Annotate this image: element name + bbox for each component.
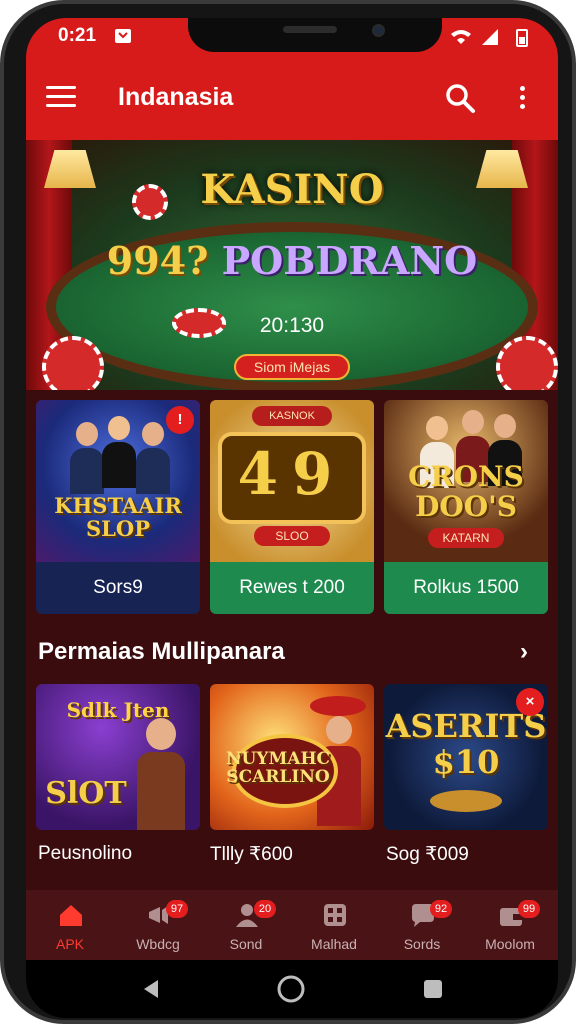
section-title: Permaias Mullipanara [38,638,285,665]
game-image-text: NUYMAHC SCARLINO [225,749,331,787]
nav-badge: 97 [166,900,188,918]
nav-label: Sond [229,936,263,952]
nav-item-sords[interactable]: 92 Sords [378,890,466,960]
game-card[interactable]: NUYMAHC SCARLINO [210,684,374,830]
featured-card[interactable]: KASNOK 49 SLOO Rewes t 200 [210,400,374,614]
app-bar: Indanasia [26,56,558,140]
notification-icon [115,29,131,43]
promo-banner[interactable]: KASINO 994? POBDRANO 20:130 Siom iMejas [26,140,558,390]
grid-icon [324,904,346,926]
game-caption: Sog ₹009 [386,844,469,865]
card-image-text: CRONS DOO'S [408,460,524,523]
nav-badge: 92 [430,900,452,918]
nav-label: Wbdcg [136,936,180,952]
card-image-text: 49 [237,440,347,508]
nav-badge: 20 [254,900,276,918]
nav-item-malhad[interactable]: Malhad [290,890,378,960]
card-caption: Rewes t 200 [210,562,374,614]
phone-frame: 0:21 Indanasia KASINO 994? POBDRANO 20:1… [0,0,576,1024]
card-badge: ! [166,406,194,434]
person-figure [137,718,185,830]
game-caption: Peusnolino [38,843,133,864]
battery-icon [516,29,528,47]
game-image-text: ASERITS $10 [385,707,547,781]
home-icon [60,905,82,926]
chip-icon [496,336,558,390]
status-time: 0:21 [58,25,97,46]
banner-title: 994? POBDRANO [106,238,478,283]
notch [188,18,442,52]
game-image-text: SlOT [45,776,127,811]
signal-icon [482,29,498,45]
chevron-right-icon[interactable]: › [520,638,528,666]
person-figure [102,416,136,488]
menu-icon[interactable] [46,86,76,110]
card-image-top: KASNOK [252,406,332,426]
nav-label: Malhad [311,936,357,952]
nav-item-moolom[interactable]: 99 Moolom [466,890,554,960]
system-nav-bar [26,960,558,1018]
person-figure [70,422,104,494]
nav-label: Moolom [485,936,535,952]
back-icon[interactable] [140,978,162,1000]
nav-item-wbdcg[interactable]: 97 Wbdcg [114,890,202,960]
bottom-nav: APK 97 Wbdcg 20 Sond Malhad 92 Sords 99 … [26,890,558,960]
featured-card[interactable]: KHSTAAIR SLOP ! Sors9 [36,400,200,614]
nav-label: Sords [403,936,441,952]
card-image-text: KHSTAAIR SLOP [54,493,182,541]
screen: 0:21 Indanasia KASINO 994? POBDRANO 20:1… [26,18,558,1018]
game-card[interactable]: Sdlk Jten SlOT [36,684,200,830]
featured-row: KHSTAAIR SLOP ! Sors9 KASNOK 49 SLOO Rew… [26,390,558,622]
nav-item-apk[interactable]: APK [26,890,114,960]
search-icon[interactable] [444,82,476,114]
nav-label: APK [55,936,84,952]
game-caption: Tllly ₹600 [210,844,293,865]
banner-button[interactable]: Siom iMejas [234,354,350,380]
close-icon[interactable]: × [516,688,544,716]
game-card[interactable]: ASERITS $10 × [384,684,548,830]
wifi-icon [451,30,471,44]
person-figure [136,422,170,494]
nav-badge: 99 [518,900,540,918]
banner-heading: KASINO [200,166,384,213]
chip-icon [42,336,104,390]
card-caption: Sors9 [36,562,200,614]
banner-timer: 20:130 [259,314,325,337]
recents-icon[interactable] [422,978,444,1000]
card-caption: Rolkus 1500 [384,562,548,614]
card-image-sub: KATARN [428,528,504,548]
card-image: CRONS DOO'S KATARN [384,400,548,562]
more-options-icon[interactable] [520,86,525,113]
card-image: KASNOK 49 SLOO [210,400,374,562]
nav-item-sond[interactable]: 20 Sond [202,890,290,960]
card-image-sub: SLOO [254,526,330,546]
home-button-icon[interactable] [276,974,306,1004]
coin-stand [430,790,502,812]
app-title: Indanasia [118,83,234,111]
featured-card[interactable]: CRONS DOO'S KATARN Rolkus 1500 [384,400,548,614]
